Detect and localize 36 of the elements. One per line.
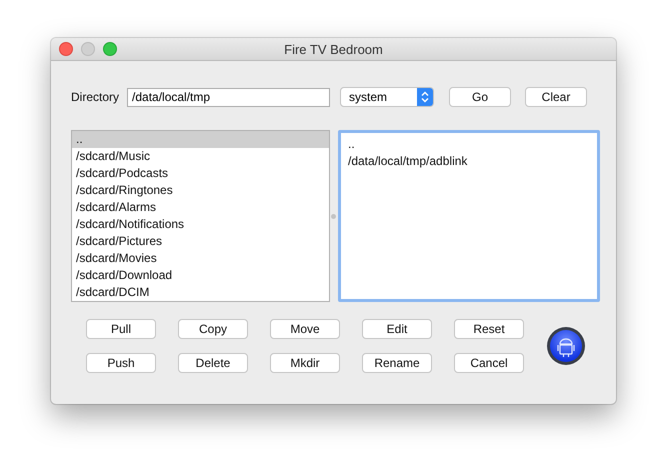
action-button[interactable]: Mkdir <box>270 353 340 373</box>
file-list-item[interactable]: /sdcard/Movies <box>72 250 329 267</box>
action-button[interactable]: Reset <box>454 319 524 339</box>
zoom-icon[interactable] <box>103 42 117 56</box>
toolbar-button[interactable]: Clear <box>525 87 588 107</box>
android-icon[interactable] <box>546 326 586 366</box>
action-button[interactable]: Copy <box>178 319 248 339</box>
file-list-item[interactable]: /sdcard/Download <box>72 267 329 284</box>
file-list-item[interactable]: .. <box>72 131 329 148</box>
file-list-item[interactable]: /sdcard/Notifications <box>72 216 329 233</box>
file-list-item[interactable]: /sdcard/Podcasts <box>72 165 329 182</box>
file-list-item[interactable]: /sdcard/Music <box>72 148 329 165</box>
file-list-item[interactable]: /sdcard/Alarms <box>72 199 329 216</box>
close-icon[interactable] <box>59 42 73 56</box>
action-button[interactable]: Push <box>86 353 156 373</box>
stepper-icon <box>417 88 434 106</box>
action-button[interactable]: Rename <box>362 353 432 373</box>
window-title: Fire TV Bedroom <box>284 42 383 56</box>
action-button[interactable]: Delete <box>178 353 248 373</box>
file-list-item[interactable]: /data/local/tmp/adblink <box>344 153 597 170</box>
action-button[interactable]: Cancel <box>454 353 524 373</box>
file-list[interactable]: .. /sdcard/Music /sdcard/Podcasts /sdcard/Ringtones /sdcard/Alarms /sdcard/Notifications /sdcard/Pictures /sdcard/Movies /sdcard/Download /sdcard/DCIM <box>71 130 330 302</box>
file-list[interactable]: .. /data/local/tmp/adblink <box>338 130 600 302</box>
directory-field[interactable]: /data/local/tmp <box>127 88 330 106</box>
action-button[interactable]: Move <box>270 319 340 339</box>
splitter-handle[interactable] <box>331 214 336 218</box>
directory-label: Directory <box>71 90 120 104</box>
mode-dropdown[interactable]: system <box>340 87 434 107</box>
action-button[interactable]: Edit <box>362 319 432 339</box>
file-list-item[interactable]: /sdcard/DCIM <box>72 284 329 301</box>
file-list-item[interactable]: /sdcard/Pictures <box>72 233 329 250</box>
action-button[interactable]: Pull <box>86 319 156 339</box>
file-list-item[interactable]: /sdcard/Ringtones <box>72 182 329 199</box>
minimize-icon[interactable] <box>81 42 95 56</box>
file-list-item[interactable]: .. <box>344 136 597 153</box>
toolbar-button[interactable]: Go <box>449 87 512 107</box>
